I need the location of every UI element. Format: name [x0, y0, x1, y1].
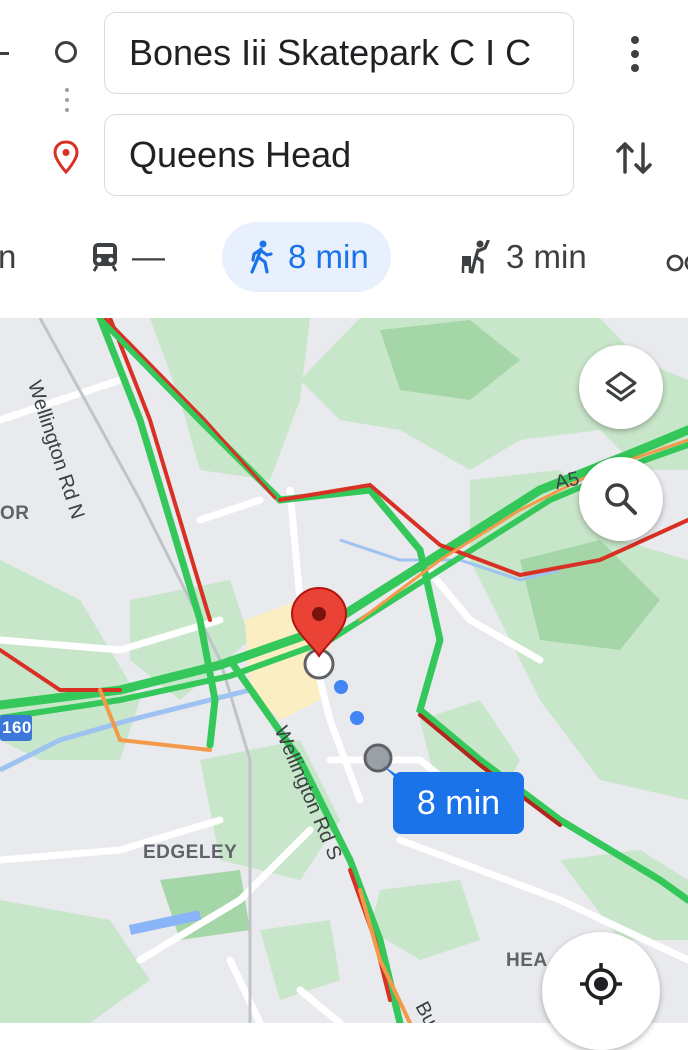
destination-input[interactable]: Queens Head: [104, 114, 574, 196]
map-view[interactable]: OR EDGELEY HEA 160 A5 Wellington Rd N We…: [0, 318, 688, 1023]
search-button[interactable]: [579, 457, 663, 541]
swap-icon[interactable]: [615, 136, 655, 180]
map-canvas: [0, 318, 688, 1023]
route-time-bubble[interactable]: 8 min: [393, 772, 524, 834]
my-location-button[interactable]: [542, 932, 660, 1050]
mode-cycling[interactable]: [666, 222, 688, 292]
mode-walking[interactable]: 8 min: [222, 222, 391, 292]
origin-input[interactable]: Bones Iii Skatepark C I C: [104, 12, 574, 94]
travel-mode-bar: n — 8 min 3 min: [0, 222, 688, 294]
mode-transit[interactable]: —: [92, 222, 165, 292]
mode-walking-label: 8 min: [288, 238, 369, 275]
walk-icon: [250, 240, 273, 274]
origin-circle-icon: [55, 41, 77, 63]
destination-pin-icon: [53, 140, 79, 174]
my-location-icon: [580, 963, 622, 1005]
mode-ride-hailing[interactable]: 3 min: [460, 222, 587, 292]
layers-button[interactable]: [579, 345, 663, 429]
layers-icon: [605, 371, 637, 402]
map-label-or: OR: [0, 503, 30, 524]
motorway-label: 160: [2, 718, 32, 737]
train-icon: [92, 243, 118, 272]
route-dots-icon: [65, 88, 69, 118]
back-arrow-icon[interactable]: [0, 52, 9, 55]
directions-header: Bones Iii Skatepark C I C Queens Head n …: [0, 0, 688, 318]
mode-driving-label: n: [0, 238, 17, 275]
more-vert-icon[interactable]: [620, 34, 650, 74]
map-label-edgeley: EDGELEY: [143, 842, 238, 863]
map-label-heaton: HEA: [506, 950, 548, 971]
mode-driving[interactable]: n: [0, 222, 16, 292]
mode-transit-label: —: [132, 238, 165, 275]
search-icon: [605, 483, 637, 515]
bike-icon: [666, 254, 688, 272]
ride-hail-icon: [461, 240, 490, 274]
mode-ride-label: 3 min: [506, 238, 587, 275]
